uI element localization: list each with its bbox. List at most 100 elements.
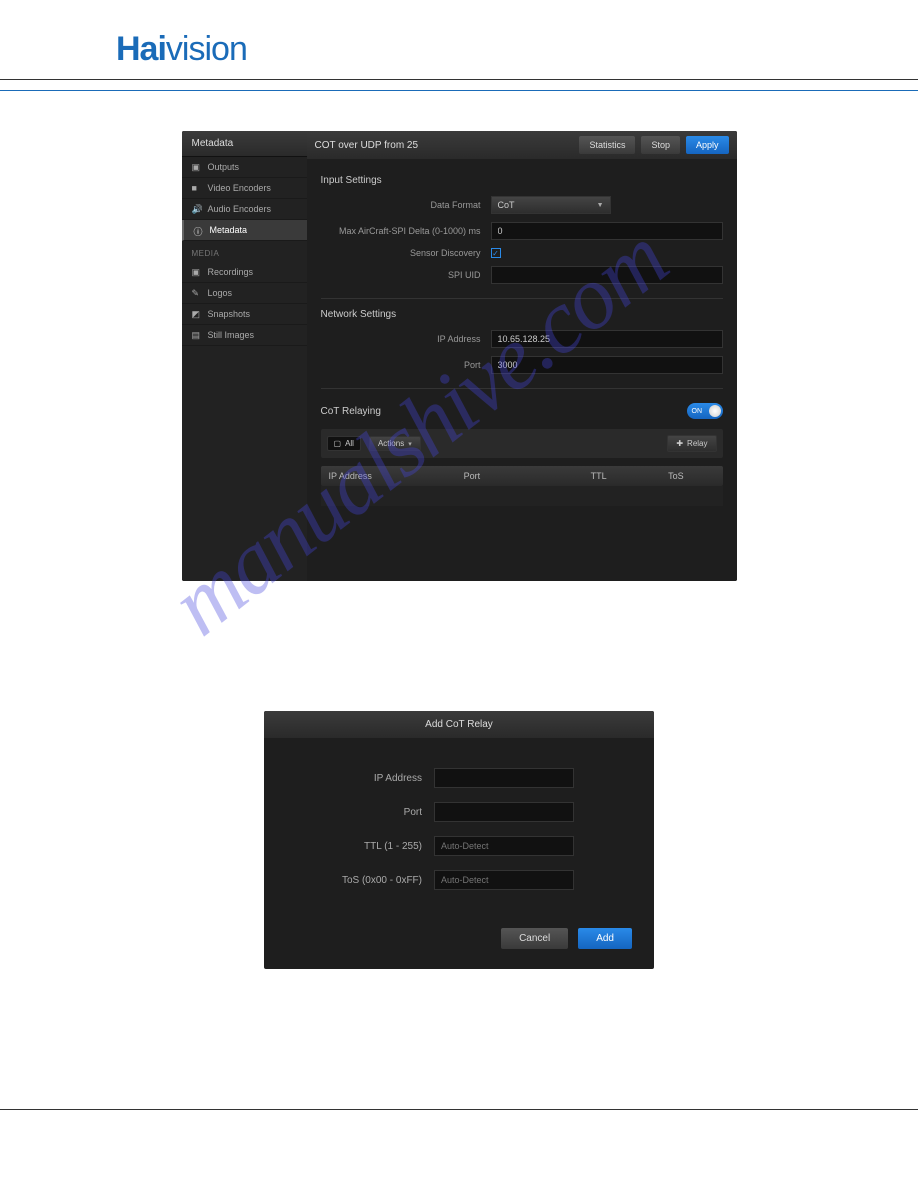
actions-label: Actions xyxy=(378,439,404,448)
sidebar-item-still-images[interactable]: ▤ Still Images xyxy=(182,325,307,346)
sidebar-item-label: Video Encoders xyxy=(208,183,271,193)
checkbox-icon: ▢ xyxy=(334,439,342,448)
audio-icon: 🔊 xyxy=(192,204,202,214)
cot-relaying-title: CoT Relaying xyxy=(321,406,381,417)
sidebar-item-outputs[interactable]: ▣ Outputs xyxy=(182,157,307,178)
header-divider xyxy=(0,90,918,91)
label-sensor-discovery: Sensor Discovery xyxy=(321,248,491,258)
col-ttl: TTL xyxy=(560,471,637,481)
section-divider-2 xyxy=(321,388,723,389)
dialog-title: Add CoT Relay xyxy=(264,711,654,738)
dialog-row-ip: IP Address xyxy=(294,768,624,788)
chevron-down-icon: ▾ xyxy=(408,440,412,448)
add-relay-button[interactable]: ✚ Relay xyxy=(667,435,716,452)
titlebar: COT over UDP from 25 Statistics Stop App… xyxy=(307,131,737,159)
sidebar-item-label: Metadata xyxy=(210,225,248,235)
checkbox-sensor-discovery[interactable]: ✓ xyxy=(491,248,501,258)
sidebar-item-metadata[interactable]: ⓘ Metadata xyxy=(182,220,307,241)
dialog-input-ip[interactable] xyxy=(434,768,574,788)
row-sensor-discovery: Sensor Discovery ✓ xyxy=(321,248,723,258)
add-button[interactable]: Add xyxy=(578,928,632,949)
add-cot-relay-dialog-screenshot: Add CoT Relay IP Address Port TTL (1 - 2… xyxy=(264,711,654,969)
dialog-label-port: Port xyxy=(294,807,434,818)
relay-table-header: IP Address Port TTL ToS xyxy=(321,466,723,486)
recordings-icon: ▣ xyxy=(192,267,202,277)
select-data-format[interactable]: CoT ▼ xyxy=(491,196,611,214)
apply-button[interactable]: Apply xyxy=(686,136,729,154)
row-ip: IP Address xyxy=(321,330,723,348)
dialog-body: IP Address Port TTL (1 - 255) ToS (0x00 … xyxy=(264,738,654,914)
input-port[interactable] xyxy=(491,356,723,374)
dialog-input-port[interactable] xyxy=(434,802,574,822)
actions-dropdown[interactable]: Actions ▾ xyxy=(369,436,421,451)
relay-btn-label: Relay xyxy=(687,439,707,448)
sidebar-section-media: MEDIA xyxy=(182,241,307,262)
brand-logo: Haivision xyxy=(116,30,918,69)
sidebar: Metadata ▣ Outputs ■ Video Encoders 🔊 Au… xyxy=(182,131,307,581)
page-header: Haivision xyxy=(0,0,918,80)
brand-part1: Hai xyxy=(116,30,166,68)
col-tos: ToS xyxy=(637,471,714,481)
input-settings-title: Input Settings xyxy=(321,175,723,186)
col-ip: IP Address xyxy=(329,471,464,481)
toggle-label: ON xyxy=(692,408,703,415)
sidebar-item-logos[interactable]: ✎ Logos xyxy=(182,283,307,304)
row-port: Port xyxy=(321,356,723,374)
label-spi-uid: SPI UID xyxy=(321,270,491,280)
cancel-button[interactable]: Cancel xyxy=(501,928,568,949)
sidebar-item-label: Recordings xyxy=(208,267,254,277)
sidebar-item-label: Still Images xyxy=(208,330,255,340)
dialog-input-ttl[interactable] xyxy=(434,836,574,856)
label-data-format: Data Format xyxy=(321,200,491,210)
sidebar-title: Metadata xyxy=(182,131,307,157)
dialog-row-tos: ToS (0x00 - 0xFF) xyxy=(294,870,624,890)
select-all-pill[interactable]: ▢ All xyxy=(327,436,361,451)
dialog-input-tos[interactable] xyxy=(434,870,574,890)
input-ip[interactable] xyxy=(491,330,723,348)
metadata-panel-screenshot: Metadata ▣ Outputs ■ Video Encoders 🔊 Au… xyxy=(182,131,737,581)
sidebar-item-audio-encoders[interactable]: 🔊 Audio Encoders xyxy=(182,199,307,220)
info-icon: ⓘ xyxy=(194,225,204,235)
main-content: COT over UDP from 25 Statistics Stop App… xyxy=(307,131,737,581)
relay-toolbar: ▢ All Actions ▾ ✚ Relay xyxy=(321,429,723,458)
dialog-label-ttl: TTL (1 - 255) xyxy=(294,841,434,852)
select-value: CoT xyxy=(498,200,515,210)
row-spi-uid: SPI UID xyxy=(321,266,723,284)
app-panel: Metadata ▣ Outputs ■ Video Encoders 🔊 Au… xyxy=(182,131,737,581)
image-icon: ▤ xyxy=(192,330,202,340)
plus-icon: ✚ xyxy=(676,439,683,448)
network-settings-title: Network Settings xyxy=(321,309,723,320)
cot-relaying-toggle[interactable]: ON xyxy=(687,403,723,419)
dialog-label-ip: IP Address xyxy=(294,773,434,784)
outputs-icon: ▣ xyxy=(192,162,202,172)
statistics-button[interactable]: Statistics xyxy=(579,136,635,154)
sidebar-item-label: Snapshots xyxy=(208,309,251,319)
panel-body: Input Settings Data Format CoT ▼ Max Air… xyxy=(307,159,737,581)
sidebar-item-snapshots[interactable]: ◩ Snapshots xyxy=(182,304,307,325)
sidebar-item-recordings[interactable]: ▣ Recordings xyxy=(182,262,307,283)
sidebar-item-label: Logos xyxy=(208,288,233,298)
dialog-row-port: Port xyxy=(294,802,624,822)
cot-relaying-header: CoT Relaying ON xyxy=(321,403,723,419)
label-max-delta: Max AirCraft-SPI Delta (0-1000) ms xyxy=(321,226,491,236)
dialog-row-ttl: TTL (1 - 255) xyxy=(294,836,624,856)
row-max-delta: Max AirCraft-SPI Delta (0-1000) ms xyxy=(321,222,723,240)
brand-part2: vision xyxy=(166,30,247,68)
camera-icon: ◩ xyxy=(192,309,202,319)
input-spi-uid[interactable] xyxy=(491,266,723,284)
col-port: Port xyxy=(464,471,561,481)
dialog-footer: Cancel Add xyxy=(264,914,654,969)
label-ip: IP Address xyxy=(321,334,491,344)
all-label: All xyxy=(345,439,354,448)
row-data-format: Data Format CoT ▼ xyxy=(321,196,723,214)
label-port: Port xyxy=(321,360,491,370)
footer-divider xyxy=(0,1109,918,1110)
dialog-label-tos: ToS (0x00 - 0xFF) xyxy=(294,875,434,886)
sidebar-item-video-encoders[interactable]: ■ Video Encoders xyxy=(182,178,307,199)
input-max-delta[interactable] xyxy=(491,222,723,240)
sidebar-item-label: Audio Encoders xyxy=(208,204,272,214)
add-cot-relay-dialog: Add CoT Relay IP Address Port TTL (1 - 2… xyxy=(264,711,654,969)
section-divider xyxy=(321,298,723,299)
stop-button[interactable]: Stop xyxy=(641,136,680,154)
logos-icon: ✎ xyxy=(192,288,202,298)
